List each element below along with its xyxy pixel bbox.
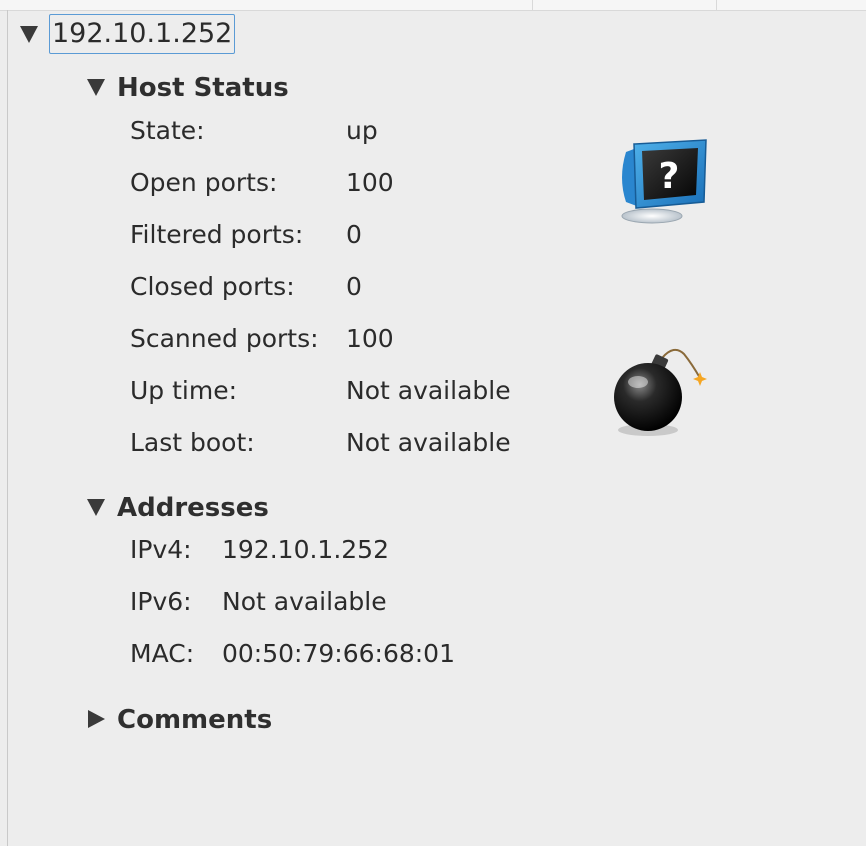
unknown-os-monitor-icon: ? bbox=[612, 138, 710, 228]
host-expander-icon[interactable] bbox=[20, 26, 38, 43]
scanned-ports-value: 100 bbox=[346, 324, 394, 353]
last-boot-value: Not available bbox=[346, 428, 511, 457]
mac-label: MAC: bbox=[130, 639, 195, 668]
scanned-ports-label: Scanned ports: bbox=[130, 324, 319, 353]
ipv4-value: 192.10.1.252 bbox=[222, 535, 389, 564]
comments-expander-icon[interactable] bbox=[88, 710, 105, 728]
mac-value: 00:50:79:66:68:01 bbox=[222, 639, 455, 668]
filtered-ports-label: Filtered ports: bbox=[130, 220, 304, 249]
last-boot-label: Last boot: bbox=[130, 428, 255, 457]
ipv6-value: Not available bbox=[222, 587, 387, 616]
closed-ports-label: Closed ports: bbox=[130, 272, 295, 301]
closed-ports-value: 0 bbox=[346, 272, 362, 301]
panel-left-border bbox=[7, 10, 8, 846]
comments-title[interactable]: Comments bbox=[117, 705, 272, 735]
up-time-value: Not available bbox=[346, 376, 511, 405]
host-details-panel: 192.10.1.252 Host Status State: up Open … bbox=[0, 0, 866, 846]
addresses-title[interactable]: Addresses bbox=[117, 493, 269, 523]
ipv4-label: IPv4: bbox=[130, 535, 192, 564]
ipv6-label: IPv6: bbox=[130, 587, 192, 616]
addresses-expander-icon[interactable] bbox=[87, 499, 105, 516]
filtered-ports-value: 0 bbox=[346, 220, 362, 249]
up-time-label: Up time: bbox=[130, 376, 238, 405]
open-ports-value: 100 bbox=[346, 168, 394, 197]
state-value: up bbox=[346, 116, 378, 145]
svg-text:?: ? bbox=[659, 156, 680, 197]
top-toolbar-edge bbox=[0, 0, 866, 11]
bomb-icon bbox=[608, 342, 712, 440]
open-ports-label: Open ports: bbox=[130, 168, 278, 197]
host-address-node[interactable]: 192.10.1.252 bbox=[49, 14, 236, 54]
host-status-expander-icon[interactable] bbox=[87, 79, 105, 96]
host-status-title[interactable]: Host Status bbox=[117, 73, 289, 103]
state-label: State: bbox=[130, 116, 205, 145]
